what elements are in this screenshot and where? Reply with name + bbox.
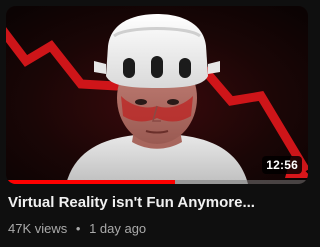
watch-progress-bar bbox=[6, 180, 308, 184]
upload-age: 1 day ago bbox=[89, 221, 147, 236]
video-thumbnail[interactable]: 12:56 bbox=[6, 6, 308, 184]
view-count: 47K views bbox=[8, 221, 68, 236]
duration-badge: 12:56 bbox=[262, 156, 302, 174]
video-title[interactable]: Virtual Reality isn't Fun Anymore... bbox=[8, 194, 308, 212]
watch-progress-fill bbox=[6, 180, 176, 184]
video-card[interactable]: 12:56 Virtual Reality isn't Fun Anymore.… bbox=[0, 0, 314, 247]
video-meta: 47K views • 1 day ago bbox=[8, 221, 146, 237]
meta-separator: • bbox=[75, 221, 81, 236]
